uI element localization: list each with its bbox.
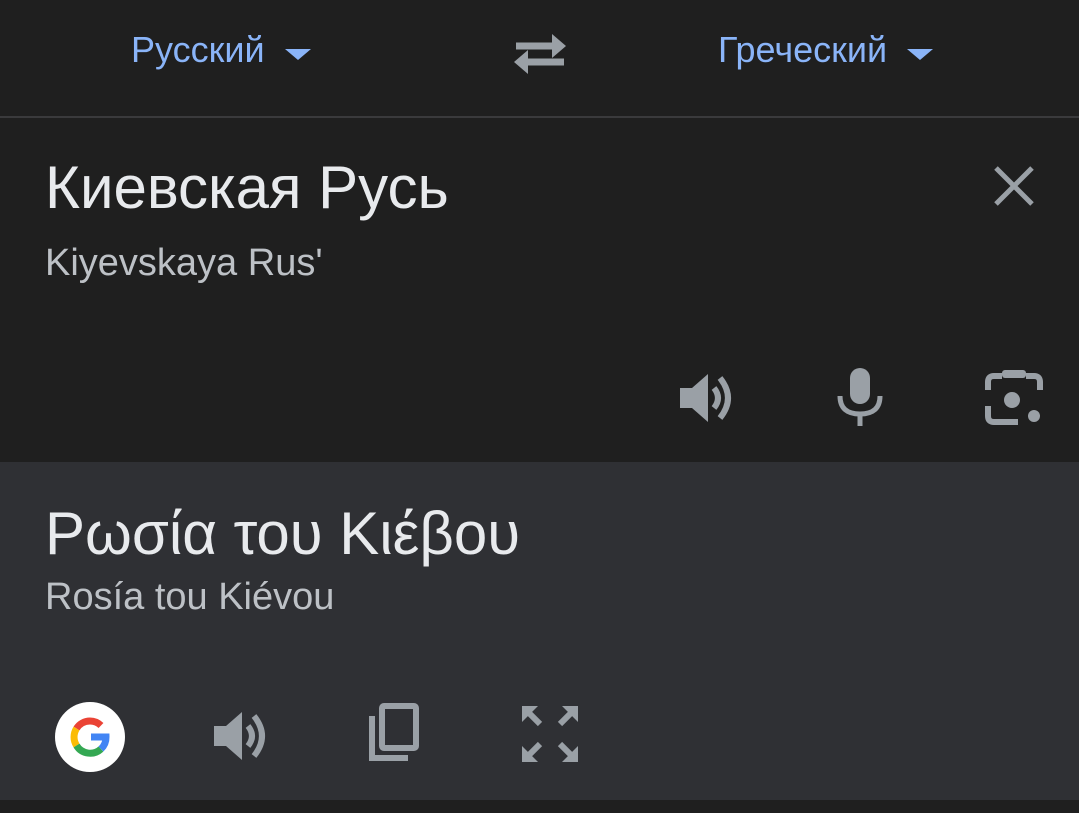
copy-translation-button[interactable]	[362, 702, 426, 766]
google-logo-icon	[70, 717, 110, 757]
source-language-selector[interactable]: Русский	[131, 26, 311, 74]
translation-panel: Ρωσία του Κιέβου Rosía tou Kiévou	[0, 462, 1079, 800]
clear-text-button[interactable]	[986, 158, 1042, 214]
dropdown-caret-icon	[907, 48, 934, 60]
translation-listen-button[interactable]	[210, 704, 274, 768]
source-panel: Киевская Русь Kiyevskaya Rus'	[0, 118, 1079, 462]
copy-icon	[369, 703, 419, 761]
translate-app: Русский Греческий Киевская Русь Kiyevska…	[0, 0, 1079, 813]
source-listen-button[interactable]	[676, 366, 740, 430]
camera-lens-icon	[985, 370, 1043, 425]
camera-button[interactable]	[982, 366, 1046, 430]
microphone-icon	[837, 368, 883, 426]
target-language-label: Греческий	[718, 29, 888, 70]
language-bar: Русский Греческий	[0, 0, 1079, 118]
translation-text: Ρωσία του Κιέβου	[45, 500, 521, 567]
dropdown-caret-icon	[284, 48, 311, 60]
close-icon	[994, 166, 1034, 206]
target-language-selector[interactable]: Греческий	[718, 26, 934, 74]
fullscreen-icon	[522, 706, 578, 762]
speaker-icon	[214, 712, 265, 760]
source-language-label: Русский	[131, 29, 265, 70]
bottom-divider	[0, 800, 1079, 813]
translation-transliteration: Rosía tou Kiévou	[45, 576, 335, 618]
swap-languages-button[interactable]	[508, 24, 572, 76]
speaker-icon	[680, 374, 731, 422]
google-search-button[interactable]	[55, 702, 125, 772]
fullscreen-button[interactable]	[518, 702, 582, 766]
microphone-button[interactable]	[828, 366, 892, 430]
swap-arrows-icon	[514, 34, 566, 74]
source-transliteration: Kiyevskaya Rus'	[45, 242, 323, 284]
source-text-input[interactable]: Киевская Русь	[45, 152, 449, 224]
